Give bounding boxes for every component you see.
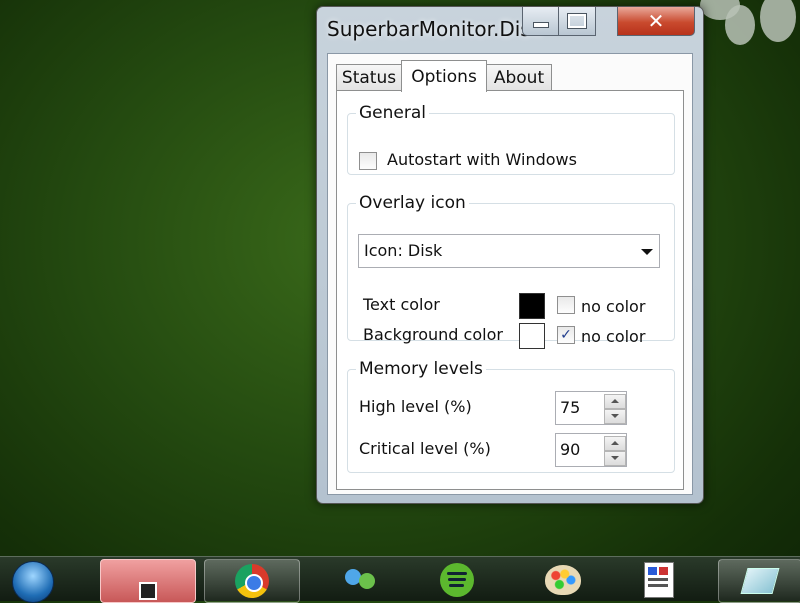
autostart-checkbox[interactable]: [359, 152, 377, 170]
maximize-icon: [567, 13, 587, 29]
critical-level-label: Critical level (%): [359, 439, 491, 458]
critical-level-down-button[interactable]: [604, 451, 626, 466]
checkmark-icon: ✓: [560, 327, 572, 343]
minimize-button[interactable]: [522, 7, 560, 36]
general-legend: General: [359, 103, 426, 123]
background-color-label: Background color: [363, 325, 503, 344]
high-level-label: High level (%): [359, 397, 472, 416]
overlay-icon-select-value: Icon: Disk: [364, 241, 443, 260]
overlay-icon-select[interactable]: Icon: Disk: [358, 234, 660, 268]
app-window: SuperbarMonitor.Disk ✕ Status Options Ab…: [316, 6, 704, 504]
text-no-color-checkbox[interactable]: [557, 296, 575, 314]
start-orb-icon[interactable]: [12, 561, 54, 603]
tab-status[interactable]: Status: [336, 64, 402, 91]
desktop-gadget-shape: [760, 0, 796, 42]
critical-level-spinner[interactable]: 90: [555, 433, 627, 467]
text-no-color-label[interactable]: no color: [581, 297, 645, 316]
tab-about[interactable]: About: [486, 64, 552, 91]
messenger-icon: [341, 563, 381, 597]
high-level-value[interactable]: 75: [560, 398, 580, 417]
autostart-label[interactable]: Autostart with Windows: [387, 150, 577, 169]
paint-icon: [545, 565, 581, 595]
text-color-swatch[interactable]: [519, 293, 545, 319]
text-color-label: Text color: [363, 295, 440, 314]
active-app-icon: [139, 582, 157, 600]
critical-level-up-button[interactable]: [604, 436, 626, 451]
tab-options-label: Options: [411, 66, 477, 87]
tab-about-label: About: [493, 68, 545, 88]
maximize-button[interactable]: [558, 7, 596, 36]
spotify-icon: [440, 563, 474, 597]
pinned-app-icon: [740, 568, 780, 594]
high-level-up-button[interactable]: [604, 394, 626, 409]
chevron-down-icon: [641, 249, 653, 255]
close-button[interactable]: ✕: [617, 7, 695, 36]
window-client-area: Status Options About General Autostart w…: [327, 53, 693, 495]
desktop-gadget-shape: [725, 5, 755, 45]
taskbar-item-chrome[interactable]: [204, 559, 300, 603]
background-no-color-checkbox[interactable]: ✓: [557, 326, 575, 344]
background-color-swatch[interactable]: [519, 323, 545, 349]
taskbar-item-active-app[interactable]: [100, 559, 196, 603]
taskbar-item-messenger[interactable]: [314, 559, 408, 601]
taskbar-item-image-viewer[interactable]: [612, 559, 706, 601]
taskbar-item-spotify[interactable]: [410, 559, 504, 601]
close-icon: ✕: [647, 9, 665, 33]
critical-level-value[interactable]: 90: [560, 440, 580, 459]
overlay-icon-legend: Overlay icon: [359, 193, 466, 213]
tab-options[interactable]: Options: [401, 60, 487, 92]
window-title: SuperbarMonitor.Disk: [327, 17, 543, 41]
tab-status-label: Status: [341, 68, 397, 88]
taskbar: [0, 556, 800, 603]
high-level-down-button[interactable]: [604, 409, 626, 424]
minimize-icon: [533, 22, 549, 28]
image-viewer-icon: [644, 562, 674, 598]
taskbar-item-pinned-app[interactable]: [718, 559, 800, 603]
taskbar-item-paint[interactable]: [516, 559, 610, 601]
background-no-color-label[interactable]: no color: [581, 327, 645, 346]
memory-levels-legend: Memory levels: [359, 359, 483, 379]
high-level-spinner[interactable]: 75: [555, 391, 627, 425]
chrome-icon: [235, 564, 269, 598]
options-tab-panel: General Autostart with Windows Overlay i…: [336, 90, 684, 490]
